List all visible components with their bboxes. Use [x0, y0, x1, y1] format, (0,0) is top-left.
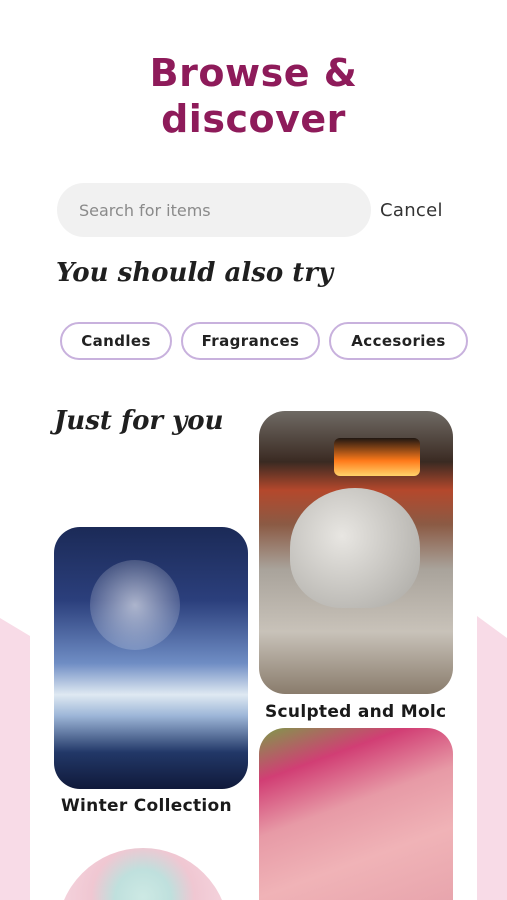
- winter-card-label[interactable]: Winter Collection: [61, 796, 232, 816]
- winter-collection-image[interactable]: [54, 527, 248, 789]
- chip-accesories[interactable]: Accesories: [329, 322, 468, 360]
- page-title: Browse & discover: [0, 50, 507, 142]
- search-input[interactable]: [79, 200, 371, 220]
- left-pink-accent: [0, 618, 30, 900]
- aurora-glow-graphic: [90, 560, 180, 650]
- chip-fragrances[interactable]: Fragrances: [181, 322, 320, 360]
- recommendations-heading: Just for you: [54, 406, 224, 436]
- wax-melts-jar-image[interactable]: [57, 848, 229, 900]
- search-bar[interactable]: [57, 183, 371, 237]
- suggestion-chips: Candles Fragrances Accesories: [60, 322, 468, 360]
- sculpted-candle-image[interactable]: [259, 411, 453, 694]
- page-title-line2: discover: [161, 97, 346, 141]
- chip-candles[interactable]: Candles: [60, 322, 172, 360]
- pink-flowers-image[interactable]: [259, 728, 453, 900]
- heart-candle-graphic: [290, 488, 420, 608]
- right-pink-accent: [477, 616, 507, 900]
- cancel-button[interactable]: Cancel: [380, 200, 443, 221]
- fireplace-graphic: [334, 438, 420, 476]
- page-title-line1: Browse &: [149, 51, 358, 95]
- suggestions-heading: You should also try: [56, 258, 334, 288]
- sculpted-card-label[interactable]: Sculpted and Molc: [265, 702, 451, 722]
